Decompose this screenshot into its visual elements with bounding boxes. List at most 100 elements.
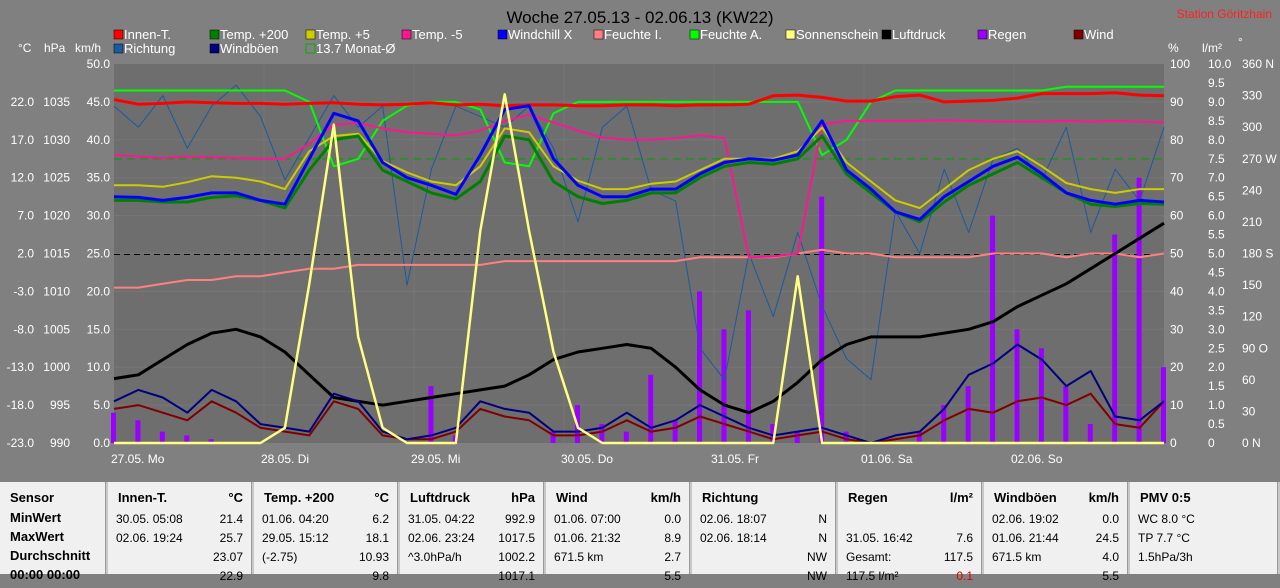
panel-header: Windböen	[994, 490, 1057, 505]
rain-bar	[135, 420, 141, 443]
x-tick-label: 30.05. Do	[561, 452, 613, 466]
panel-header: PMV 0:5	[1140, 490, 1191, 505]
row-value: 4.0	[1102, 550, 1119, 564]
tick-label: 5.0	[1208, 247, 1225, 261]
stats-panel: Wind km/h 01.06. 07:00 0.0 01.06. 21:32 8.9 67…	[546, 482, 690, 583]
rain-bar	[697, 291, 703, 443]
row-value: 0.0	[1102, 512, 1119, 526]
x-tick-label: 01.06. Sa	[861, 452, 913, 466]
rain-bar	[916, 431, 922, 443]
tick-label: 22.0	[11, 95, 35, 109]
tick-label: 210	[1242, 215, 1262, 229]
panel-row: 02.06. 18:07 N	[692, 512, 835, 531]
row-time: 671.5 km	[992, 550, 1042, 564]
stats-panel: Temp. +200 °C 01.06. 04:20 6.2 29.05. 15:12 1…	[254, 482, 398, 583]
tick-label: 0 N	[1242, 436, 1261, 450]
legend-swatch	[593, 29, 604, 40]
rain-bar	[623, 431, 629, 443]
row-time: 30.05. 05:08	[116, 512, 183, 526]
panel-unit: °C	[374, 490, 389, 505]
tick-label: 50	[1170, 247, 1184, 261]
tick-label: 30.0	[87, 209, 111, 223]
legend-label: Temp. -5	[412, 27, 463, 42]
panel-row: 02.06. 23:24 1017.5	[400, 531, 543, 550]
panel-unit: hPa	[511, 490, 535, 505]
axis-unit: °C	[18, 41, 32, 55]
panel-row: 29.05. 15:12 18.1	[254, 531, 397, 550]
tick-label: 0	[1170, 436, 1177, 450]
tick-label: 0	[1208, 436, 1215, 450]
x-tick-label: 02.06. So	[1011, 452, 1063, 466]
panel-header: Richtung	[702, 490, 759, 505]
row-value: 8.9	[664, 531, 681, 545]
tick-label: 240	[1242, 183, 1262, 197]
tick-label: 8.5	[1208, 114, 1225, 128]
legend-swatch	[401, 29, 412, 40]
row-value: 24.5	[1095, 531, 1119, 545]
legend-label: Windchill X	[508, 27, 573, 42]
legend-swatch	[209, 29, 220, 40]
tick-label: 0.0	[93, 436, 110, 450]
row-time: 02.06. 19:24	[116, 531, 183, 545]
rain-bar	[745, 310, 751, 443]
row-time: ^3.0hPa/h	[408, 550, 462, 564]
panel-row: WC 8.0 °C	[1130, 512, 1277, 531]
legend-label: Innen-T.	[124, 27, 171, 42]
rain-bar	[1063, 386, 1069, 443]
row-time: 02.06. 23:24	[408, 531, 475, 545]
panel-row	[1130, 569, 1277, 588]
tick-label: 180 S	[1242, 247, 1273, 261]
legend-label: Sonnenschein	[796, 27, 878, 42]
row-time: 02.06. 18:14	[700, 531, 767, 545]
tick-label: 20.0	[87, 284, 111, 298]
row-time: 01.06. 21:32	[554, 531, 621, 545]
panel-row: 1017.1	[400, 569, 543, 588]
tick-label: 90 O	[1242, 341, 1268, 355]
panel-header: Wind	[556, 490, 588, 505]
row-value: 7.6	[956, 531, 973, 545]
legend-swatch	[689, 29, 700, 40]
tick-label: 35.0	[87, 171, 111, 185]
weather-chart: Woche 27.05.13 - 02.06.13 (KW22) Station…	[0, 0, 1280, 482]
row-value: 18.1	[365, 531, 389, 545]
legend-swatch	[1073, 29, 1084, 40]
tick-label: 4.5	[1208, 265, 1225, 279]
axis-unit: l/m²	[1202, 41, 1222, 55]
tick-label: 6.5	[1208, 190, 1225, 204]
row-time: 1.5hPa/3h	[1138, 550, 1193, 564]
panel-unit: km/h	[1088, 490, 1119, 505]
panel-row: 30.05. 05:08 21.4	[108, 512, 251, 531]
tick-label: 7.0	[17, 209, 34, 223]
tick-label: 60	[1242, 373, 1256, 387]
panel-row: 02.06. 19:02 0.0	[984, 512, 1127, 531]
tick-label: -8.0	[13, 322, 34, 336]
tick-label: 7.5	[1208, 152, 1225, 166]
panel-row: (-2.75) 10.93	[254, 550, 397, 569]
panel-unit: °C	[228, 490, 243, 505]
row-time: 01.06. 07:00	[554, 512, 621, 526]
rain-bar	[648, 374, 654, 443]
x-tick-label: 28.05. Di	[261, 452, 309, 466]
tick-label: 15.0	[87, 322, 111, 336]
tick-label: 3.0	[1208, 322, 1225, 336]
tick-label: 1025	[43, 171, 70, 185]
tick-label: 9.5	[1208, 76, 1225, 90]
panel-header: Luftdruck	[410, 490, 470, 505]
statistics-table: Sensor MinWert MaxWert Durchschnitt 00:00 00…	[0, 482, 1280, 583]
tick-label: 7.0	[1208, 171, 1225, 185]
legend-swatch	[113, 43, 124, 54]
tick-label: 1035	[43, 95, 70, 109]
tick-label: 1010	[43, 284, 70, 298]
tick-label: 5.5	[1208, 228, 1225, 242]
panel-row: TP 7.7 °C	[1130, 531, 1277, 550]
legend-label: Temp. +200	[220, 27, 288, 42]
rain-bar	[111, 412, 116, 443]
tick-label: 990	[50, 436, 70, 450]
row-time: Gesamt:	[846, 550, 892, 564]
tick-label: 360 N	[1242, 57, 1274, 71]
tick-label: 90	[1170, 95, 1184, 109]
panel-row: 671.5 km 2.7	[546, 550, 689, 569]
tick-label: 60	[1170, 209, 1184, 223]
tick-label: 20	[1170, 360, 1184, 374]
tick-label: 17.0	[11, 133, 35, 147]
